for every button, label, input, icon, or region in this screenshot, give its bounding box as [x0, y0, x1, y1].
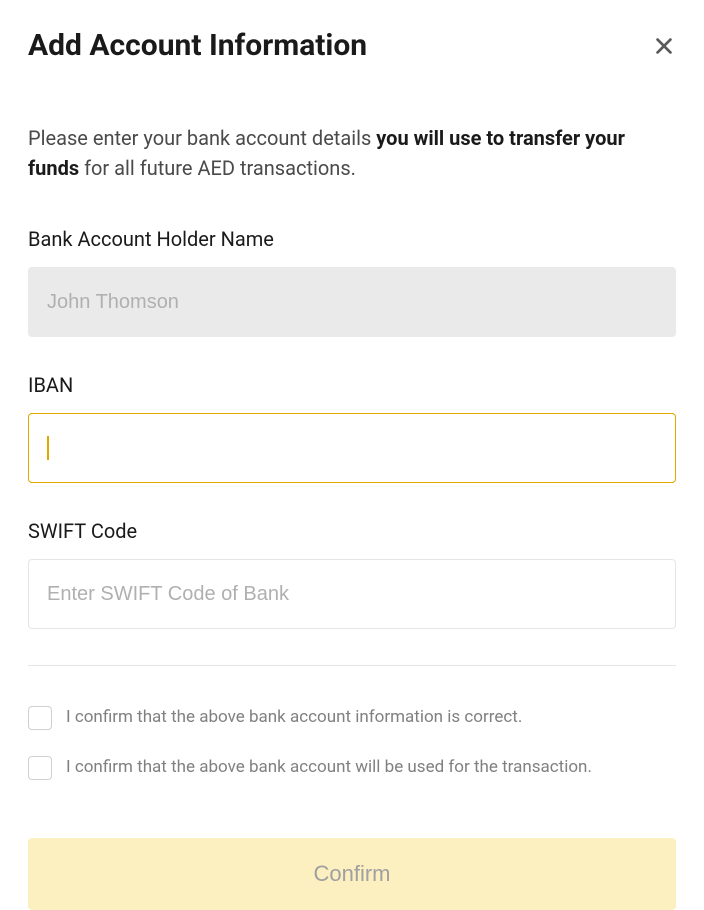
description-suffix: for all future AED transactions. — [79, 156, 356, 180]
text-cursor — [47, 436, 49, 460]
close-icon — [653, 35, 675, 57]
swift-input[interactable] — [28, 559, 676, 629]
confirm-use-checkbox[interactable] — [28, 756, 52, 780]
divider — [28, 665, 676, 666]
confirm-use-label: I confirm that the above bank account wi… — [66, 756, 592, 780]
swift-label: SWIFT Code — [28, 519, 676, 543]
description-text: Please enter your bank account details y… — [28, 123, 676, 183]
close-button[interactable] — [652, 34, 676, 58]
holder-name-label: Bank Account Holder Name — [28, 227, 676, 251]
confirm-use-row: I confirm that the above bank account wi… — [28, 756, 676, 780]
holder-name-group: Bank Account Holder Name — [28, 227, 676, 337]
confirm-info-checkbox[interactable] — [28, 706, 52, 730]
confirm-info-row: I confirm that the above bank account in… — [28, 706, 676, 730]
holder-name-input — [28, 267, 676, 337]
modal-header: Add Account Information — [28, 28, 676, 63]
iban-label: IBAN — [28, 373, 676, 397]
iban-group: IBAN — [28, 373, 676, 483]
confirm-button[interactable]: Confirm — [28, 838, 676, 910]
modal-title: Add Account Information — [28, 28, 367, 63]
swift-group: SWIFT Code — [28, 519, 676, 629]
description-prefix: Please enter your bank account details — [28, 126, 376, 150]
confirm-info-label: I confirm that the above bank account in… — [66, 706, 522, 730]
iban-input[interactable] — [28, 413, 676, 483]
